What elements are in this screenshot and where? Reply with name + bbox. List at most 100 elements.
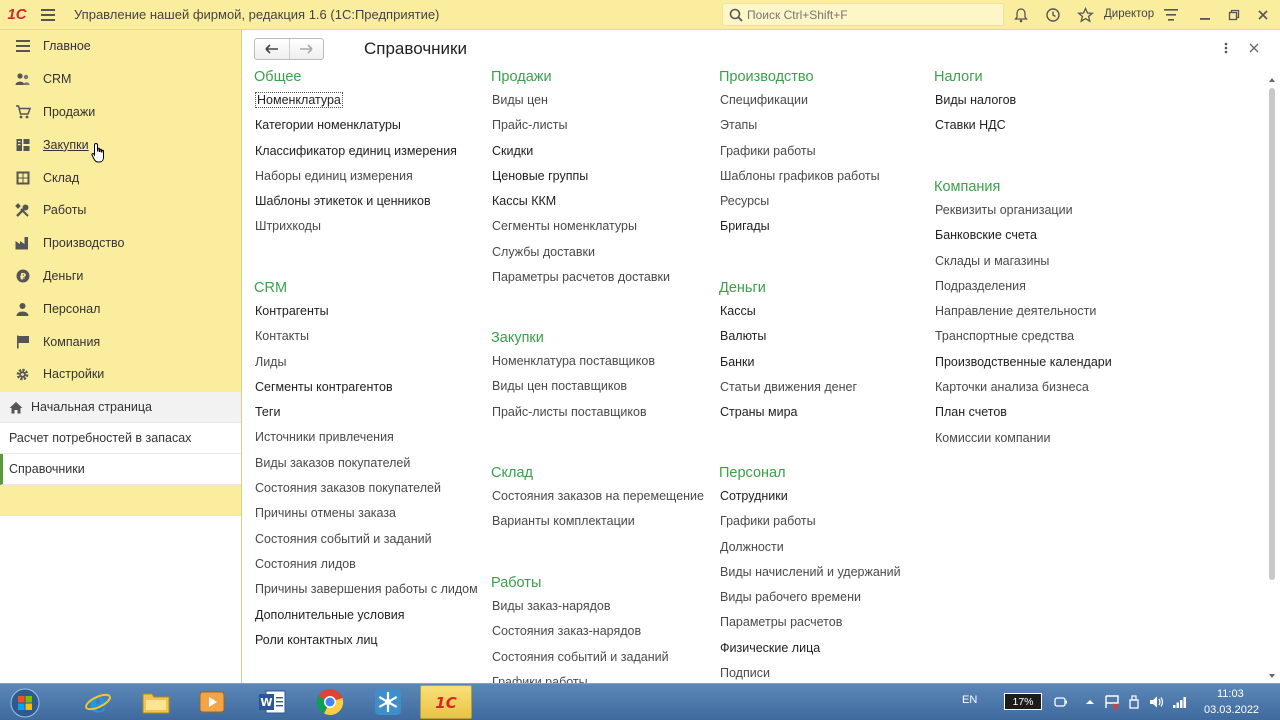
catalog-link[interactable]: Ценовые группы: [491, 167, 670, 192]
catalog-link[interactable]: Виды начислений и удержаний: [719, 563, 901, 588]
taskbar-word[interactable]: W: [246, 685, 298, 719]
catalog-link[interactable]: Сегменты номенклатуры: [491, 217, 670, 242]
catalog-link[interactable]: Источники привлечения: [254, 428, 478, 453]
group-title[interactable]: Производство: [719, 68, 880, 87]
catalog-link[interactable]: Прайс-листы поставщиков: [491, 403, 655, 428]
catalog-link[interactable]: Виды налогов: [934, 91, 1016, 116]
power-plug-icon[interactable]: [1053, 694, 1069, 710]
catalog-link[interactable]: Состояния заказов покупателей: [254, 479, 478, 504]
catalog-link[interactable]: Валюты: [719, 327, 857, 352]
catalog-link[interactable]: Штрихкоды: [254, 217, 457, 242]
battery-indicator[interactable]: 17%: [1004, 693, 1042, 710]
catalog-link[interactable]: Направление деятельности: [934, 302, 1112, 327]
open-window-home[interactable]: Начальная страница: [0, 392, 241, 423]
catalog-link[interactable]: Состояния заказ-нарядов: [491, 622, 669, 647]
taskbar-1c[interactable]: 1С: [420, 685, 472, 719]
catalog-link[interactable]: Производственные календари: [934, 353, 1112, 378]
catalog-link[interactable]: Параметры расчетов доставки: [491, 268, 670, 293]
catalog-link[interactable]: Ресурсы: [719, 192, 880, 217]
scroll-thumb[interactable]: [1269, 88, 1275, 580]
catalog-link[interactable]: Классификатор единиц измерения: [254, 142, 457, 167]
catalog-link[interactable]: План счетов: [934, 403, 1112, 428]
catalog-link[interactable]: Контакты: [254, 327, 478, 352]
sidebar-item-warehouse[interactable]: Склад: [0, 161, 241, 194]
catalog-link[interactable]: Варианты комплектации: [491, 512, 704, 537]
catalog-link[interactable]: Подразделения: [934, 277, 1112, 302]
taskbar-explorer[interactable]: [130, 685, 182, 719]
sidebar-item-personnel[interactable]: Персонал: [0, 292, 241, 325]
catalog-link[interactable]: Виды цен: [491, 91, 670, 116]
catalog-link[interactable]: Номенклатура поставщиков: [491, 352, 655, 377]
group-title[interactable]: CRM: [254, 279, 478, 298]
group-title[interactable]: Общее: [254, 68, 457, 87]
catalog-link[interactable]: Виды заказов покупателей: [254, 454, 478, 479]
catalog-link[interactable]: Кассы: [719, 302, 857, 327]
catalog-link[interactable]: Дополнительные условия: [254, 606, 478, 631]
main-menu-button[interactable]: [34, 0, 62, 30]
sidebar-item-sales[interactable]: Продажи: [0, 96, 241, 129]
catalog-link[interactable]: Банковские счета: [934, 226, 1112, 251]
catalog-link[interactable]: Состояния лидов: [254, 555, 478, 580]
forward-button[interactable]: [290, 39, 324, 59]
flag-tray-icon[interactable]: [1104, 694, 1120, 710]
volume-icon[interactable]: [1149, 694, 1165, 710]
catalog-link[interactable]: Графики работы: [719, 142, 880, 167]
taskbar-ie[interactable]: e: [72, 685, 124, 719]
group-title[interactable]: Деньги: [719, 279, 857, 298]
group-title[interactable]: Компания: [934, 178, 1112, 197]
catalog-link[interactable]: Лиды: [254, 353, 478, 378]
vertical-scrollbar[interactable]: [1267, 76, 1277, 680]
close-window-icon[interactable]: [1253, 5, 1273, 25]
catalog-link[interactable]: Состояния заказов на перемещение: [491, 487, 704, 512]
catalog-link[interactable]: Шаблоны этикеток и ценников: [254, 192, 457, 217]
current-user[interactable]: Директор: [1104, 8, 1154, 20]
catalog-link[interactable]: Виды цен поставщиков: [491, 377, 655, 402]
settings-menu-icon[interactable]: [1161, 5, 1181, 25]
catalog-link[interactable]: Страны мира: [719, 403, 857, 428]
sidebar-item-production[interactable]: Производство: [0, 227, 241, 260]
catalog-link[interactable]: Должности: [719, 538, 901, 563]
catalog-link[interactable]: Статьи движения денег: [719, 378, 857, 403]
catalog-link[interactable]: Категории номенклатуры: [254, 116, 457, 141]
sidebar-item-crm[interactable]: CRM: [0, 63, 241, 96]
catalog-link[interactable]: Реквизиты организации: [934, 201, 1112, 226]
catalog-link[interactable]: Графики работы: [491, 673, 669, 683]
group-title[interactable]: Продажи: [491, 68, 670, 87]
catalog-link[interactable]: Банки: [719, 353, 857, 378]
open-window-stock-needs[interactable]: Расчет потребностей в запасах: [0, 423, 241, 454]
favorites-star-icon[interactable]: [1075, 5, 1095, 25]
app-logo[interactable]: 1С: [0, 0, 34, 30]
minimize-icon[interactable]: [1195, 5, 1215, 25]
usb-device-icon[interactable]: [1126, 694, 1142, 710]
catalog-link[interactable]: Спецификации: [719, 91, 880, 116]
history-icon[interactable]: [1043, 5, 1063, 25]
catalog-link[interactable]: Причины отмены заказа: [254, 504, 478, 529]
catalog-link[interactable]: Физические лица: [719, 639, 901, 664]
catalog-link[interactable]: Комиссии компании: [934, 429, 1112, 454]
close-form-icon[interactable]: [1246, 39, 1262, 57]
catalog-link[interactable]: Службы доставки: [491, 243, 670, 268]
taskbar-media-player[interactable]: [186, 685, 238, 719]
notifications-icon[interactable]: [1011, 5, 1031, 25]
catalog-link[interactable]: Ставки НДС: [934, 116, 1016, 141]
sidebar-item-company[interactable]: Компания: [0, 325, 241, 358]
catalog-link[interactable]: Транспортные средства: [934, 327, 1112, 352]
catalog-link[interactable]: Карточки анализа бизнеса: [934, 378, 1112, 403]
catalog-link[interactable]: Графики работы: [719, 512, 901, 537]
catalog-link[interactable]: Подписи: [719, 664, 901, 683]
catalog-link[interactable]: Причины завершения работы с лидом: [254, 580, 478, 605]
show-hidden-icons[interactable]: [1082, 694, 1098, 710]
sidebar-item-purchases[interactable]: Закупки: [0, 128, 241, 163]
catalog-link[interactable]: Виды заказ-нарядов: [491, 597, 669, 622]
catalog-link[interactable]: Прайс-листы: [491, 116, 670, 141]
catalog-link[interactable]: Роли контактных лиц: [254, 631, 478, 656]
search-box[interactable]: [722, 3, 1004, 26]
sidebar-item-money[interactable]: ₽ Деньги: [0, 260, 241, 293]
taskbar-app-snowflake[interactable]: [362, 685, 414, 719]
catalog-link[interactable]: Скидки: [491, 142, 670, 167]
catalog-link[interactable]: Кассы ККМ: [491, 192, 670, 217]
group-title[interactable]: Налоги: [934, 68, 1016, 87]
catalog-link[interactable]: Виды рабочего времени: [719, 588, 901, 613]
group-title[interactable]: Работы: [491, 574, 669, 593]
restore-icon[interactable]: [1224, 5, 1244, 25]
